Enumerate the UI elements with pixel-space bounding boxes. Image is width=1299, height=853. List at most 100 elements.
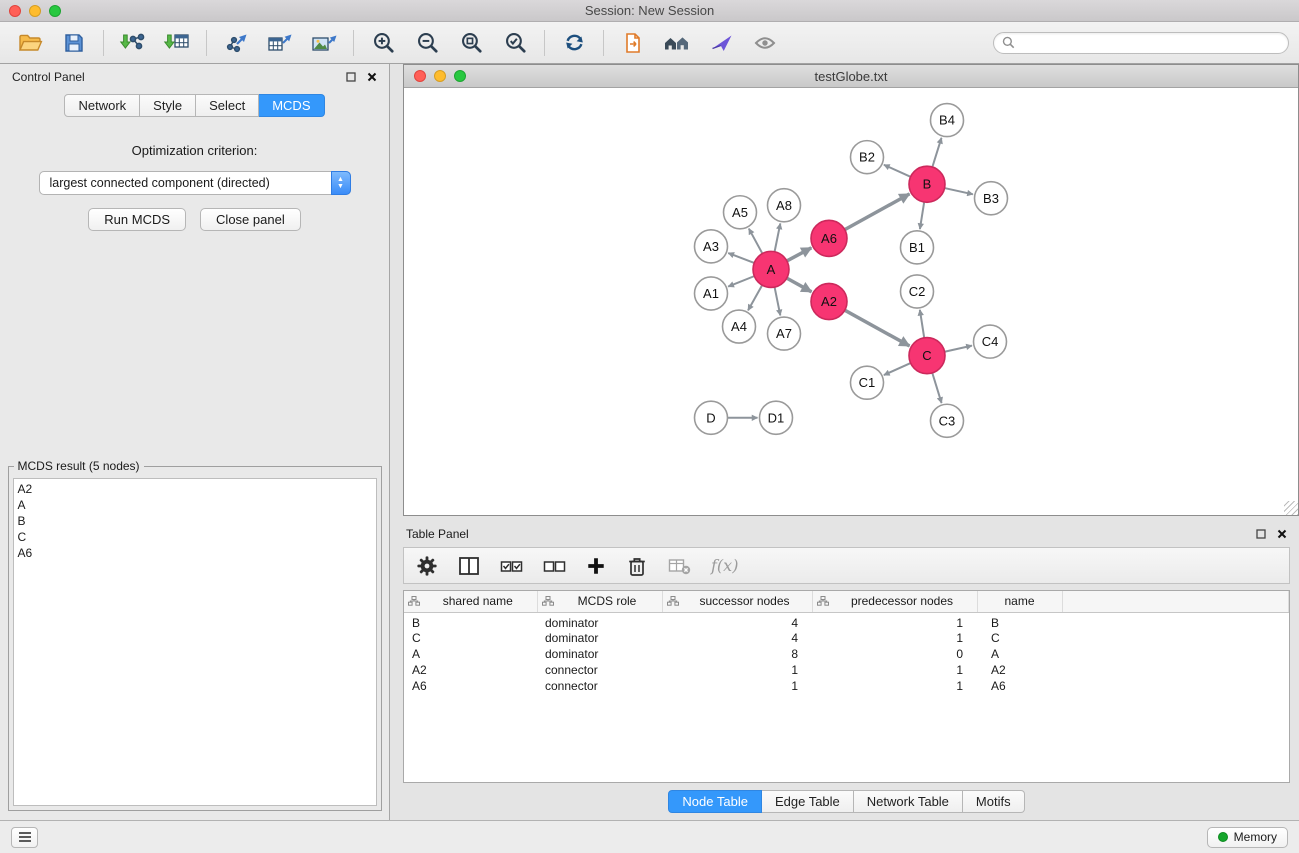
tab-select[interactable]: Select [196, 94, 259, 117]
table-row[interactable]: A2connector11A2 [404, 662, 1289, 678]
column-header-name[interactable]: name [977, 591, 1062, 612]
graph-edge-B-B4[interactable] [932, 138, 941, 167]
graph-edge-C-C3[interactable] [932, 373, 941, 403]
close-panel-icon[interactable] [367, 72, 377, 82]
graph-edge-A-A4[interactable] [748, 285, 762, 310]
mcds-result-item[interactable]: A [14, 497, 376, 513]
column-type-icon [408, 596, 420, 606]
run-mcds-button[interactable]: Run MCDS [88, 208, 186, 231]
mcds-result-item[interactable]: B [14, 513, 376, 529]
network-maximize-button[interactable] [454, 70, 466, 82]
export-table-button[interactable] [260, 26, 300, 60]
column-header-successor-nodes[interactable]: successor nodes [662, 591, 812, 612]
graph-edge-C-C2[interactable] [920, 310, 924, 338]
table-panel-tabs: Node Table Edge Table Network Table Moti… [403, 790, 1290, 813]
close-panel-button[interactable]: Close panel [200, 208, 301, 231]
home-button[interactable] [657, 26, 697, 60]
mcds-result-item[interactable]: A2 [14, 481, 376, 497]
deselect-all-button[interactable] [543, 556, 566, 576]
memory-button[interactable]: Memory [1207, 827, 1288, 848]
table-row[interactable]: Adominator80A [404, 646, 1289, 662]
node-table-container[interactable]: shared name [403, 590, 1290, 783]
network-window-titlebar[interactable]: testGlobe.txt [404, 65, 1298, 88]
graph-node-label: C2 [909, 284, 926, 299]
float-panel-icon[interactable] [346, 72, 356, 82]
tab-motifs[interactable]: Motifs [963, 790, 1025, 813]
show-hide-graphics-button[interactable] [745, 26, 785, 60]
plus-icon [586, 556, 606, 576]
graph-edge-C-C1[interactable] [884, 363, 911, 375]
export-image-button[interactable] [304, 26, 344, 60]
delete-table-button[interactable] [668, 556, 691, 576]
table-row[interactable]: A6connector11A6 [404, 678, 1289, 694]
graph-edge-A-A8[interactable] [775, 223, 781, 251]
graph-edge-A-A1[interactable] [728, 276, 754, 286]
open-session-button[interactable] [10, 26, 50, 60]
import-table-button[interactable] [157, 26, 197, 60]
table-cell: A6 [977, 678, 1062, 694]
graph-node-label: A6 [821, 231, 837, 246]
tab-network-table[interactable]: Network Table [854, 790, 963, 813]
table-cell: C [977, 630, 1062, 646]
close-window-button[interactable] [9, 5, 21, 17]
tab-style[interactable]: Style [140, 94, 196, 117]
column-type-icon [817, 596, 829, 606]
zoom-fit-button[interactable] [451, 26, 491, 60]
search-field[interactable] [993, 32, 1289, 54]
close-table-panel-icon[interactable] [1277, 529, 1287, 539]
table-cell: dominator [537, 630, 662, 646]
table-settings-button[interactable] [416, 555, 438, 577]
session-document-button[interactable] [613, 26, 653, 60]
network-close-button[interactable] [414, 70, 426, 82]
window-resize-handle[interactable] [1284, 501, 1298, 515]
apply-layout-button[interactable] [554, 26, 594, 60]
graph-edge-A2-C[interactable] [845, 310, 910, 346]
network-canvas[interactable]: B4B2BB3A8A5A6A3B1AA1C2A2A4A7C4CC1C3DD1 [404, 88, 1298, 515]
task-history-button[interactable] [11, 827, 38, 848]
table-cell: 1 [812, 612, 977, 630]
zoom-selected-button[interactable] [495, 26, 535, 60]
refresh-icon [562, 30, 587, 55]
show-columns-button[interactable] [458, 556, 480, 576]
graph-edge-B-B3[interactable] [945, 188, 973, 194]
table-cell-empty [1062, 630, 1289, 646]
tab-mcds[interactable]: MCDS [259, 94, 324, 117]
tab-network[interactable]: Network [64, 94, 140, 117]
mcds-result-item[interactable]: C [14, 529, 376, 545]
save-session-button[interactable] [54, 26, 94, 60]
graph-edge-A6-B[interactable] [845, 194, 910, 230]
graph-edge-A-A5[interactable] [749, 229, 763, 254]
column-header-shared-name[interactable]: shared name [404, 591, 537, 612]
add-column-button[interactable] [586, 556, 606, 576]
network-graph[interactable]: B4B2BB3A8A5A6A3B1AA1C2A2A4A7C4CC1C3DD1 [404, 88, 1298, 515]
function-builder-button[interactable]: f(x) [711, 556, 738, 575]
graph-edge-B-B1[interactable] [920, 202, 924, 229]
tab-node-table[interactable]: Node Table [668, 790, 762, 813]
graph-edge-A-A6[interactable] [787, 248, 811, 261]
table-row[interactable]: Bdominator41B [404, 612, 1289, 630]
graph-edge-A-A2[interactable] [787, 278, 812, 292]
mcds-result-item[interactable]: A6 [14, 545, 376, 561]
graph-edge-B-B2[interactable] [884, 165, 911, 177]
minimize-window-button[interactable] [29, 5, 41, 17]
graph-edge-A-A3[interactable] [728, 253, 754, 263]
graph-edge-A-A7[interactable] [775, 287, 781, 315]
criterion-dropdown[interactable]: largest connected component (directed) ▲… [39, 171, 351, 195]
search-input[interactable] [1020, 36, 1280, 50]
maximize-window-button[interactable] [49, 5, 61, 17]
mcds-result-list[interactable]: A2ABCA6 [13, 478, 377, 806]
export-network-button[interactable] [216, 26, 256, 60]
column-header-mcds-role[interactable]: MCDS role [537, 591, 662, 612]
column-header-predecessor-nodes[interactable]: predecessor nodes [812, 591, 977, 612]
import-network-button[interactable] [113, 26, 153, 60]
zoom-out-button[interactable] [407, 26, 447, 60]
network-minimize-button[interactable] [434, 70, 446, 82]
float-table-panel-icon[interactable] [1256, 529, 1266, 539]
graph-edge-C-C4[interactable] [945, 346, 972, 352]
zoom-in-button[interactable] [363, 26, 403, 60]
table-row[interactable]: Cdominator41C [404, 630, 1289, 646]
tab-edge-table[interactable]: Edge Table [762, 790, 854, 813]
delete-column-button[interactable] [626, 555, 648, 577]
annotate-button[interactable] [701, 26, 741, 60]
select-all-button[interactable] [500, 556, 523, 576]
